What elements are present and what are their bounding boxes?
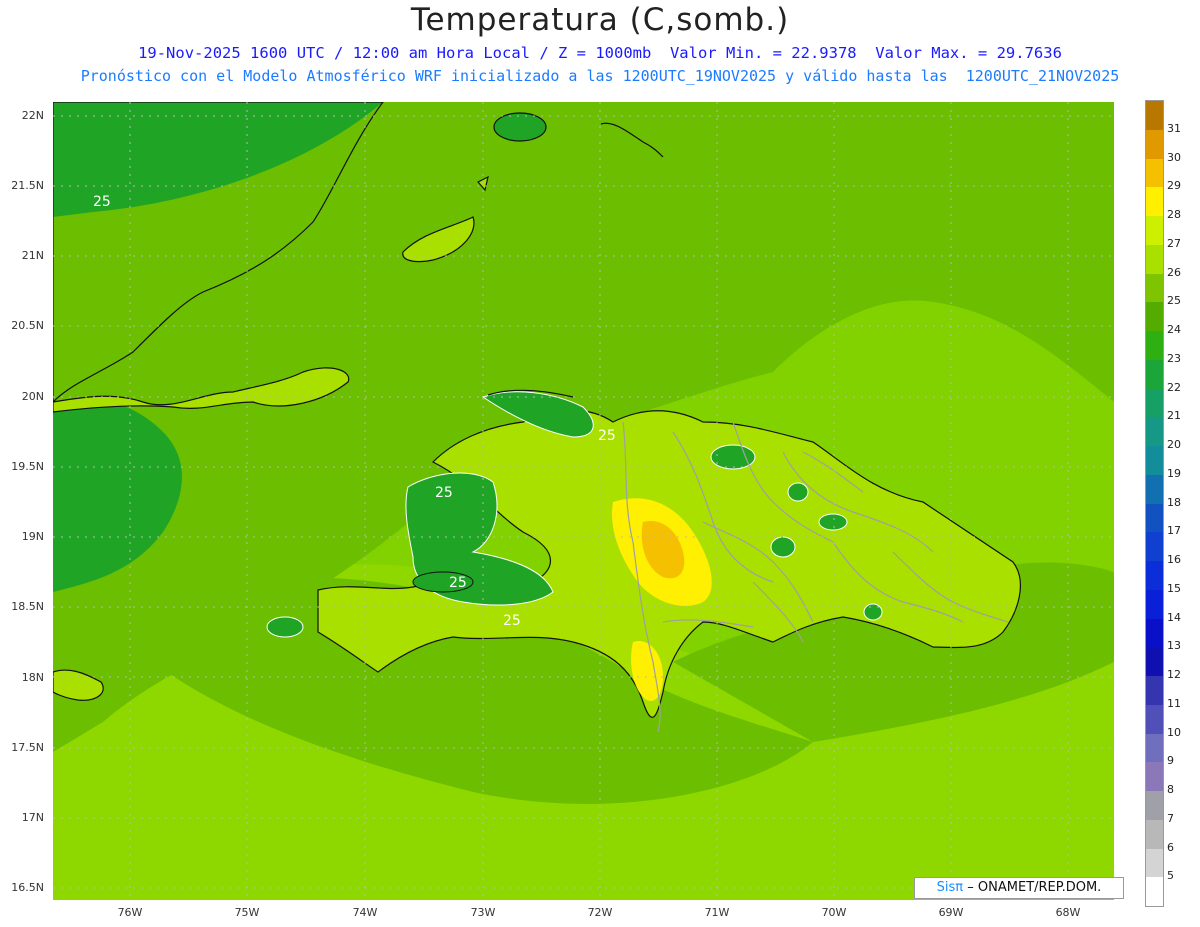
- lat-label: 18.5N: [11, 600, 44, 613]
- colorbar-segment: [1146, 446, 1163, 475]
- colorbar-tick-label: 21: [1167, 409, 1181, 423]
- lat-label: 21.5N: [11, 179, 44, 192]
- temperature-map: 25 25 25 25 25: [53, 102, 1114, 900]
- lat-label: 22N: [21, 109, 44, 122]
- colorbar-segment: [1146, 762, 1163, 791]
- lon-label: 69W: [938, 906, 964, 919]
- colorbar-tick-label: 10: [1167, 725, 1181, 739]
- colorbar-segment: [1146, 647, 1163, 676]
- island-great-inagua: [493, 112, 547, 142]
- lon-label: 74W: [352, 906, 378, 919]
- colorbar-tick-label: 13: [1167, 639, 1181, 653]
- lon-label: 75W: [234, 906, 260, 919]
- contour-label: 25: [449, 575, 467, 591]
- colorbar-tick-label: 23: [1167, 351, 1181, 365]
- colorbar-segment: [1146, 819, 1163, 849]
- colorbar-segment: [1146, 676, 1163, 705]
- lon-label: 71W: [704, 906, 730, 919]
- colorbar: [1145, 100, 1164, 907]
- credit-box: Sisπ – ONAMET/REP.DOM.: [914, 877, 1124, 899]
- cool-pocket-3: [818, 513, 848, 531]
- colorbar-segment: [1146, 532, 1163, 561]
- colorbar-segment: [1146, 359, 1163, 389]
- contour-label: 25: [93, 194, 111, 210]
- colorbar-tick-label: 14: [1167, 610, 1181, 624]
- colorbar-tick-label: 8: [1167, 783, 1174, 796]
- lon-label: 68W: [1055, 906, 1081, 919]
- colorbar-segment: [1146, 503, 1163, 533]
- colorbar-tick-label: 5: [1167, 869, 1174, 883]
- colorbar-tick-label: 29: [1167, 179, 1181, 193]
- credit-separator: –: [967, 880, 974, 895]
- colorbar-segment: [1146, 474, 1163, 504]
- colorbar-tick-label: 6: [1167, 840, 1174, 854]
- colorbar-segment: [1146, 704, 1163, 734]
- colorbar-tick-label: 17: [1167, 524, 1181, 538]
- lat-label: 21N: [21, 249, 44, 262]
- colorbar-tick-label: 11: [1167, 696, 1181, 710]
- lon-label: 76W: [117, 906, 143, 919]
- colorbar-segment: [1146, 877, 1163, 906]
- lat-label: 17N: [21, 811, 44, 824]
- colorbar-segment: [1146, 273, 1163, 303]
- cool-pocket-2: [787, 482, 809, 502]
- lon-label: 73W: [470, 906, 496, 919]
- colorbar-tick-label: 24: [1167, 323, 1181, 336]
- credit-org: ONAMET/REP.DOM.: [977, 880, 1102, 895]
- lat-label: 20N: [21, 390, 44, 403]
- colorbar-tick-label: 28: [1167, 208, 1181, 221]
- colorbar-tick-label: 26: [1167, 265, 1181, 279]
- lat-label: 20.5N: [11, 319, 44, 332]
- lat-label: 19N: [21, 530, 44, 543]
- valid-time-subtitle: 19-Nov-2025 1600 UTC / 12:00 am Hora Loc…: [138, 44, 1062, 62]
- colorbar-segment: [1146, 848, 1163, 878]
- colorbar-segment: [1146, 158, 1163, 188]
- colorbar-segment: [1146, 244, 1163, 274]
- colorbar-tick-label: 16: [1167, 553, 1181, 566]
- lat-label: 16.5N: [11, 881, 44, 894]
- colorbar-tick-label: 15: [1167, 581, 1181, 595]
- colorbar-tick-label: 31: [1167, 121, 1181, 135]
- lat-label: 17.5N: [11, 741, 44, 754]
- colorbar-tick-label: 25: [1167, 294, 1181, 308]
- colorbar-tick-label: 19: [1167, 466, 1181, 480]
- colorbar-segment: [1146, 561, 1163, 590]
- colorbar-tick-label: 18: [1167, 495, 1181, 509]
- contour-label: 25: [503, 613, 521, 629]
- colorbar-segment: [1146, 331, 1163, 360]
- colorbar-segment: [1146, 791, 1163, 820]
- cool-pocket-5: [863, 603, 883, 621]
- colorbar-segment: [1146, 733, 1163, 763]
- cool-pocket-1: [710, 444, 756, 470]
- contour-label: 25: [598, 428, 616, 444]
- colorbar-segment: [1146, 302, 1163, 331]
- brand-logo-text: Sisπ: [936, 880, 964, 895]
- colorbar-segment: [1146, 216, 1163, 245]
- contour-label: 25: [435, 485, 453, 501]
- map-title: Temperatura (C,somb.): [410, 2, 790, 38]
- colorbar-tick-label: 22: [1167, 380, 1181, 394]
- island-navassa: [266, 616, 304, 638]
- lat-label: 18N: [21, 671, 44, 684]
- colorbar-segment: [1146, 129, 1163, 159]
- colorbar-segment: [1146, 101, 1163, 130]
- colorbar-segment: [1146, 589, 1163, 619]
- lat-label: 19.5N: [11, 460, 44, 473]
- colorbar-segment: [1146, 618, 1163, 648]
- colorbar-segment: [1146, 417, 1163, 446]
- colorbar-tick-label: 7: [1167, 811, 1174, 825]
- lon-label: 70W: [821, 906, 847, 919]
- colorbar-segment: [1146, 388, 1163, 418]
- colorbar-segment: [1146, 187, 1163, 216]
- colorbar-tick-label: 30: [1167, 150, 1181, 164]
- colorbar-tick-label: 20: [1167, 438, 1181, 451]
- model-info-subtitle: Pronóstico con el Modelo Atmosférico WRF…: [80, 67, 1120, 85]
- colorbar-tick-label: 9: [1167, 754, 1174, 768]
- colorbar-tick-label: 12: [1167, 668, 1181, 681]
- lon-label: 72W: [587, 906, 613, 919]
- cool-pocket-4: [770, 536, 796, 558]
- colorbar-tick-label: 27: [1167, 236, 1181, 250]
